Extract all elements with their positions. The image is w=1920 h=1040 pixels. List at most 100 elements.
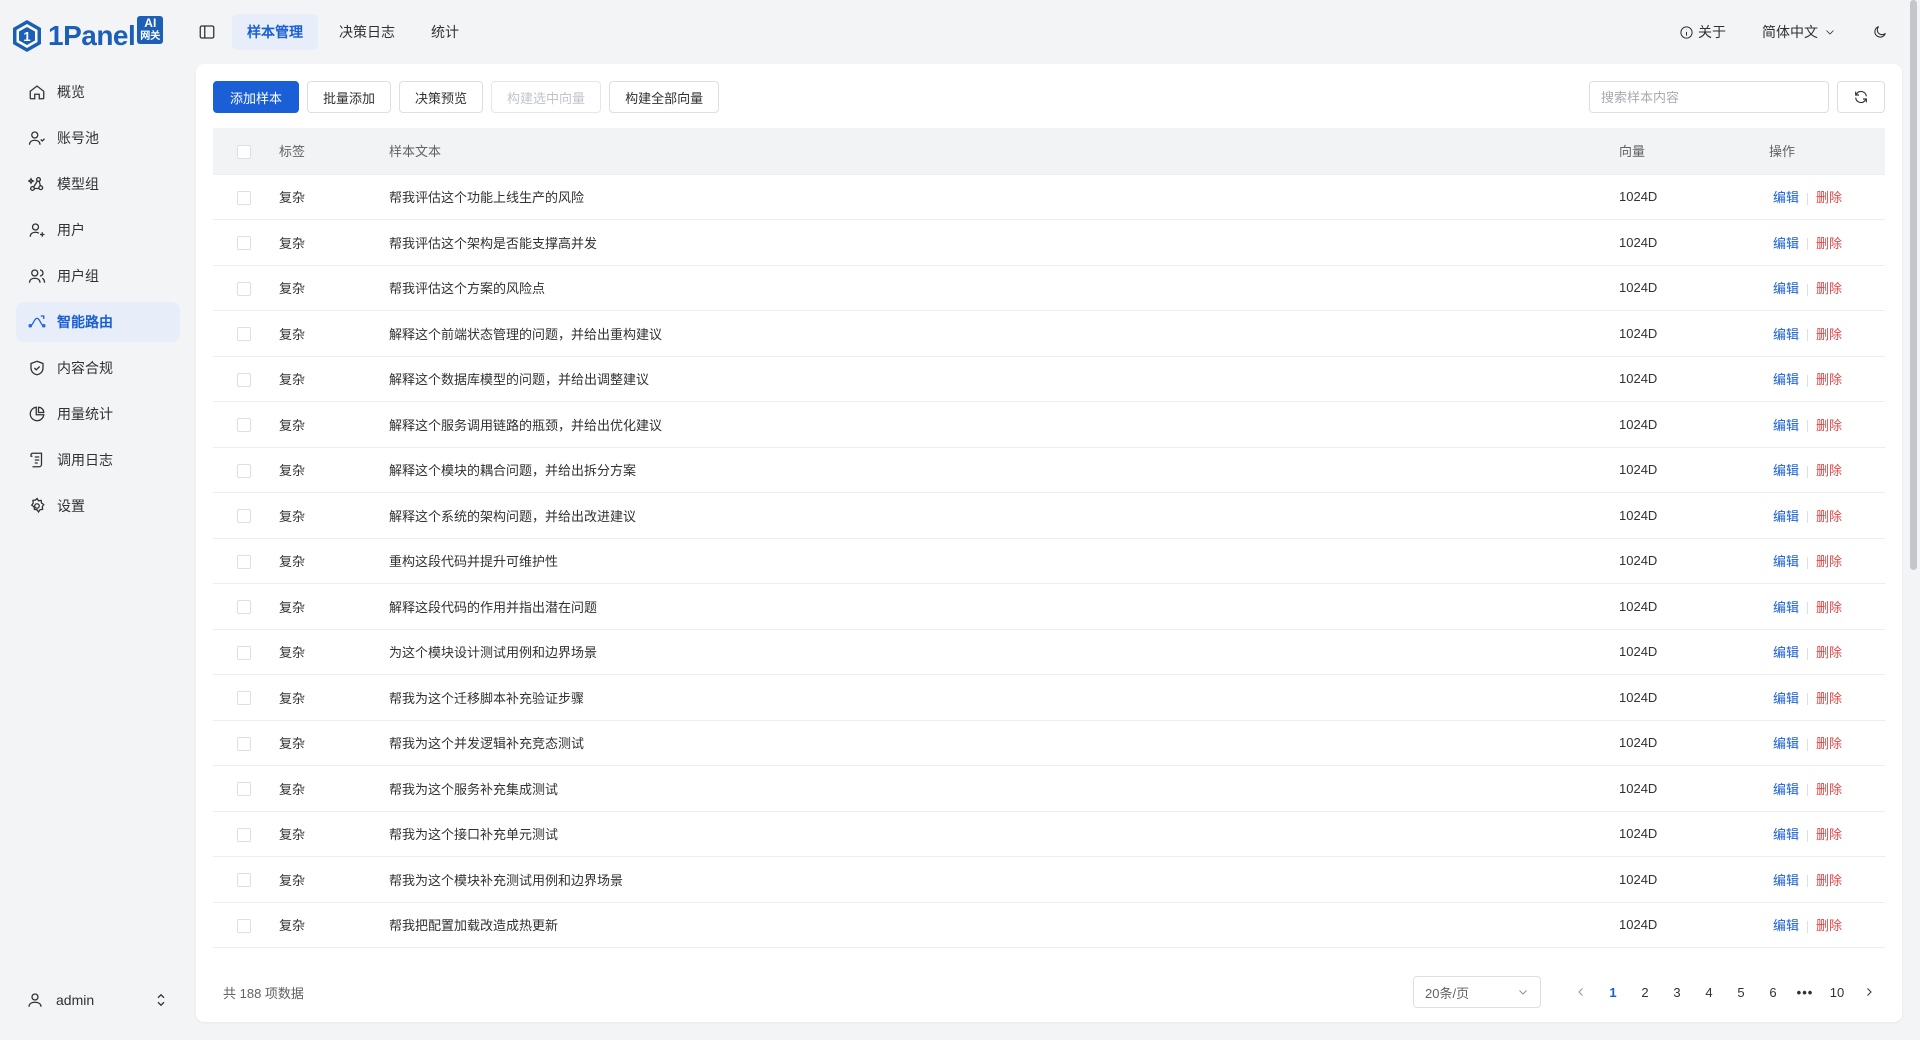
edit-button[interactable]: 编辑	[1773, 918, 1799, 933]
delete-button[interactable]: 删除	[1816, 782, 1842, 797]
edit-button[interactable]: 编辑	[1773, 418, 1799, 433]
page-number-button[interactable]: 3	[1661, 976, 1693, 1008]
page-number-button[interactable]: 1	[1597, 976, 1629, 1008]
prev-page-button[interactable]	[1565, 976, 1597, 1008]
select-all-cell	[213, 128, 279, 175]
row-checkbox[interactable]	[237, 418, 251, 433]
row-checkbox[interactable]	[237, 236, 251, 251]
sidebar-toggle-button[interactable]	[196, 21, 218, 43]
row-checkbox[interactable]	[237, 463, 251, 478]
tab-statistics[interactable]: 统计	[416, 14, 474, 50]
delete-button[interactable]: 删除	[1816, 736, 1842, 751]
refresh-button[interactable]	[1837, 81, 1885, 113]
action-divider	[1807, 192, 1809, 205]
search-input[interactable]	[1589, 81, 1829, 113]
edit-button[interactable]: 编辑	[1773, 645, 1799, 660]
sidebar-item-call-logs[interactable]: 调用日志	[16, 440, 180, 480]
next-page-button[interactable]	[1853, 976, 1885, 1008]
sidebar-item-usage-stats[interactable]: 用量统计	[16, 394, 180, 434]
delete-button[interactable]: 删除	[1816, 372, 1842, 387]
brand-logo[interactable]: 1 1Panel AI 网关	[10, 14, 164, 58]
row-checkbox[interactable]	[237, 554, 251, 569]
edit-button[interactable]: 编辑	[1773, 236, 1799, 251]
toolbar-right	[1589, 81, 1885, 113]
edit-button[interactable]: 编辑	[1773, 736, 1799, 751]
edit-button[interactable]: 编辑	[1773, 691, 1799, 706]
row-checkbox[interactable]	[237, 827, 251, 842]
sidebar-item-label: 用量统计	[57, 406, 113, 422]
delete-button[interactable]: 删除	[1816, 645, 1842, 660]
row-checkbox[interactable]	[237, 782, 251, 797]
edit-button[interactable]: 编辑	[1773, 190, 1799, 205]
sidebar-item-model-group[interactable]: 模型组	[16, 164, 180, 204]
edit-button[interactable]: 编辑	[1773, 600, 1799, 615]
delete-button[interactable]: 删除	[1816, 327, 1842, 342]
sidebar-item-user-groups[interactable]: 用户组	[16, 256, 180, 296]
theme-toggle-button[interactable]	[1872, 24, 1888, 40]
row-checkbox[interactable]	[237, 691, 251, 706]
page-scrollbar[interactable]	[1910, 0, 1917, 570]
sidebar-item-users[interactable]: 用户	[16, 210, 180, 250]
sidebar-item-account-pool[interactable]: 账号池	[16, 118, 180, 158]
sidebar-item-smart-routing[interactable]: 智能路由	[16, 302, 180, 342]
row-checkbox[interactable]	[237, 645, 251, 660]
row-checkbox[interactable]	[237, 372, 251, 387]
page-number-button[interactable]: 6	[1757, 976, 1789, 1008]
user-menu[interactable]: admin	[16, 980, 180, 1020]
edit-button[interactable]: 编辑	[1773, 327, 1799, 342]
sidebar-item-settings[interactable]: 设置	[16, 486, 180, 526]
edit-button[interactable]: 编辑	[1773, 827, 1799, 842]
tab-sample-management[interactable]: 样本管理	[232, 14, 318, 50]
build-all-vectors-button[interactable]: 构建全部向量	[609, 81, 720, 113]
brand-badge-top: AI	[144, 16, 157, 30]
delete-button[interactable]: 删除	[1816, 418, 1842, 433]
sidebar-item-content-compliance[interactable]: 内容合规	[16, 348, 180, 388]
delete-button[interactable]: 删除	[1816, 918, 1842, 933]
build-selected-vectors-button[interactable]: 构建选中向量	[491, 81, 602, 113]
sidebar-item-label: 内容合规	[57, 360, 113, 376]
edit-button[interactable]: 编辑	[1773, 463, 1799, 478]
batch-add-button[interactable]: 批量添加	[307, 81, 392, 113]
edit-button[interactable]: 编辑	[1773, 372, 1799, 387]
row-sample-text: 解释这个模块的耦合问题，并给出拆分方案	[389, 447, 1619, 493]
sidebar-item-overview[interactable]: 概览	[16, 72, 180, 112]
select-all-checkbox[interactable]	[237, 144, 251, 159]
delete-button[interactable]: 删除	[1816, 873, 1842, 888]
row-checkbox[interactable]	[237, 736, 251, 751]
delete-button[interactable]: 删除	[1816, 509, 1842, 524]
page-number-button[interactable]: 4	[1693, 976, 1725, 1008]
edit-button[interactable]: 编辑	[1773, 782, 1799, 797]
delete-button[interactable]: 删除	[1816, 554, 1842, 569]
delete-button[interactable]: 删除	[1816, 281, 1842, 296]
page-size-select[interactable]: 20条/页	[1413, 976, 1541, 1008]
tab-decision-log[interactable]: 决策日志	[324, 14, 410, 50]
row-checkbox[interactable]	[237, 918, 251, 933]
row-checkbox[interactable]	[237, 327, 251, 342]
page-more-button[interactable]: •••	[1789, 976, 1821, 1008]
decision-preview-button[interactable]: 决策预览	[399, 81, 484, 113]
row-checkbox[interactable]	[237, 281, 251, 296]
delete-button[interactable]: 删除	[1816, 600, 1842, 615]
page-number-button[interactable]: 5	[1725, 976, 1757, 1008]
delete-button[interactable]: 删除	[1816, 463, 1842, 478]
row-checkbox[interactable]	[237, 509, 251, 524]
edit-button[interactable]: 编辑	[1773, 873, 1799, 888]
table-row: 复杂 帮我为这个迁移脚本补充验证步骤 1024D 编辑 删除	[213, 674, 1885, 721]
edit-button[interactable]: 编辑	[1773, 554, 1799, 569]
page-number-button[interactable]: 2	[1629, 976, 1661, 1008]
edit-button[interactable]: 编辑	[1773, 281, 1799, 296]
delete-button[interactable]: 删除	[1816, 190, 1842, 205]
language-select[interactable]: 简体中文	[1762, 22, 1836, 42]
delete-button[interactable]: 删除	[1816, 691, 1842, 706]
row-checkbox[interactable]	[237, 873, 251, 888]
about-button[interactable]: 关于	[1679, 22, 1726, 42]
add-sample-button[interactable]: 添加样本	[213, 81, 300, 113]
gear-icon	[27, 496, 47, 516]
delete-button[interactable]: 删除	[1816, 236, 1842, 251]
sidebar-item-label: 用户组	[57, 268, 99, 284]
page-number-button[interactable]: 10	[1821, 976, 1853, 1008]
delete-button[interactable]: 删除	[1816, 827, 1842, 842]
edit-button[interactable]: 编辑	[1773, 509, 1799, 524]
row-checkbox[interactable]	[237, 190, 251, 205]
row-checkbox[interactable]	[237, 600, 251, 615]
